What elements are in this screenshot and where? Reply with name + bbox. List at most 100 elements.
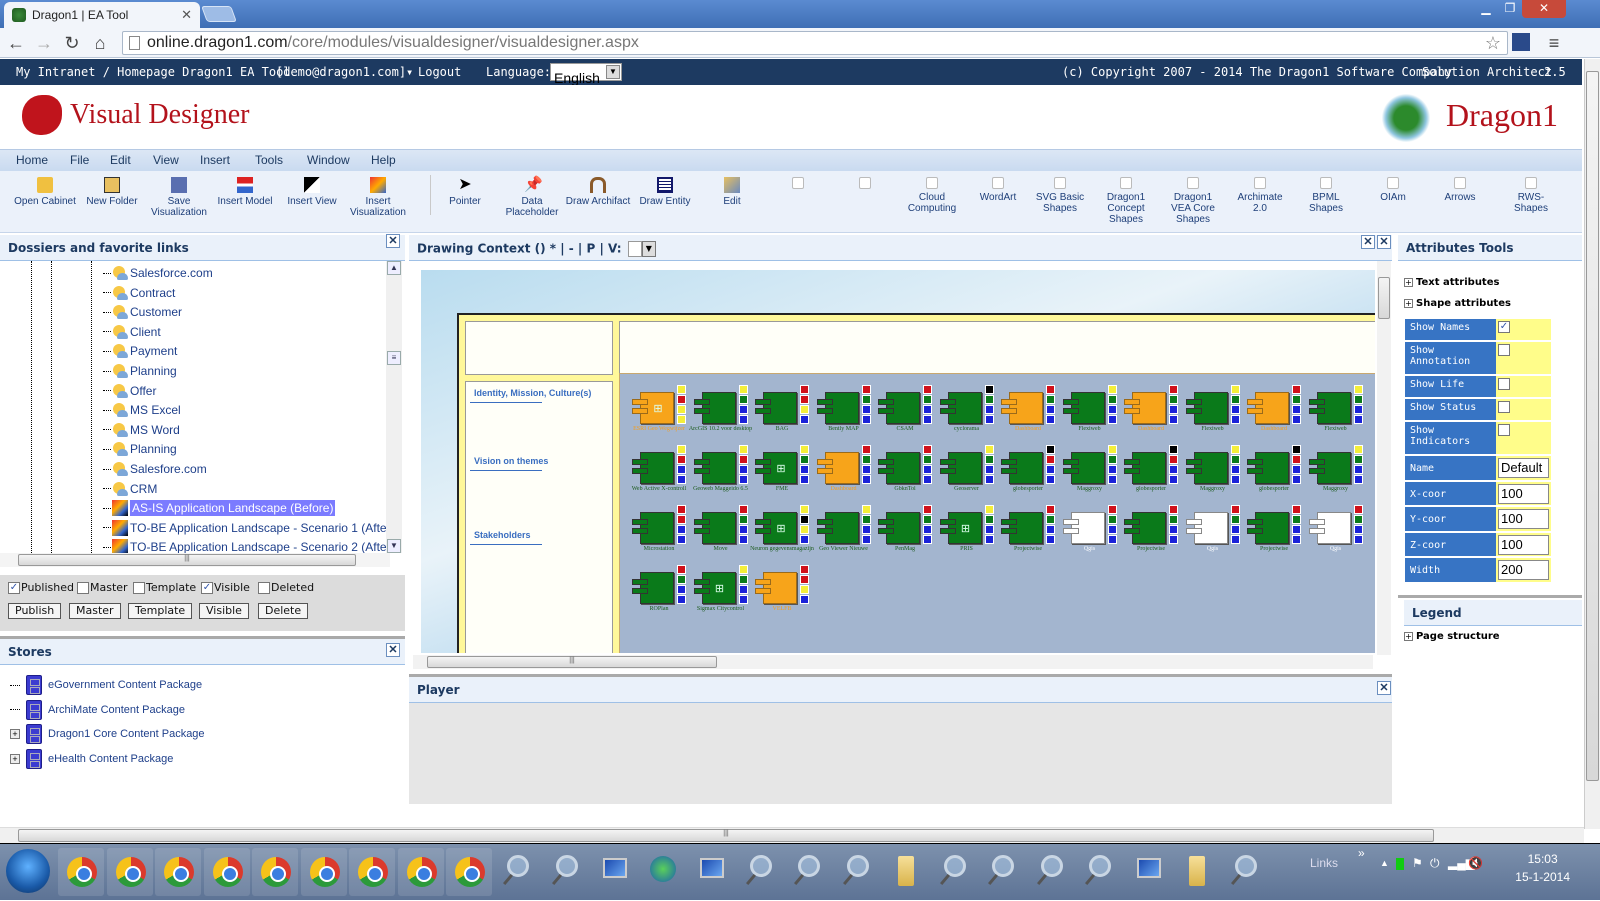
taskbar-app-chrome[interactable] bbox=[155, 848, 201, 896]
status-indicator-icon[interactable] bbox=[861, 445, 871, 454]
template-checkbox[interactable]: Template bbox=[133, 581, 196, 594]
arrows-button[interactable]: Arrows bbox=[1430, 177, 1490, 203]
taskbar-app-search[interactable] bbox=[1028, 848, 1074, 896]
status-indicator-icon[interactable] bbox=[923, 475, 932, 484]
tree-item[interactable]: MS Excel bbox=[103, 400, 181, 420]
taskbar-app-remote-desktop[interactable] bbox=[688, 848, 734, 896]
status-indicator-icon[interactable] bbox=[1292, 535, 1301, 544]
status-indicator-icon[interactable] bbox=[1292, 395, 1301, 404]
status-indicator-icon[interactable] bbox=[1353, 465, 1363, 474]
status-indicator-icon[interactable] bbox=[861, 465, 871, 474]
menu-edit[interactable]: Edit bbox=[110, 153, 131, 167]
status-indicator-icon[interactable] bbox=[1292, 515, 1301, 524]
scroll-thumb[interactable]: ≡ bbox=[387, 351, 401, 365]
status-indicator-icon[interactable] bbox=[1230, 395, 1240, 404]
status-indicator-icon[interactable] bbox=[1169, 395, 1178, 404]
data-placeholder-button[interactable]: 📌 Data Placeholder bbox=[497, 177, 567, 219]
checkbox-box[interactable]: ✓ bbox=[8, 581, 20, 594]
tree-vertical-scrollbar[interactable]: ▲ ≡ ▼ bbox=[386, 261, 402, 553]
status-indicator-icon[interactable] bbox=[738, 535, 748, 544]
status-indicator-icon[interactable] bbox=[677, 395, 686, 404]
status-indicator-icon[interactable] bbox=[800, 595, 809, 604]
scroll-thumb[interactable]: ||| bbox=[427, 656, 717, 668]
application-component[interactable]: Projectwise bbox=[1247, 505, 1303, 558]
insert-visualization-button[interactable]: Insert Visualization bbox=[343, 177, 413, 218]
tree-item[interactable]: CRM bbox=[103, 479, 157, 499]
attribute-input[interactable]: 100 bbox=[1498, 509, 1549, 529]
application-component[interactable]: Geoweb Maggeido 6.5 bbox=[693, 445, 750, 498]
page-structure-expander[interactable]: + Page structure bbox=[1404, 631, 1500, 642]
status-indicator-icon[interactable] bbox=[1046, 405, 1055, 414]
status-indicator-icon[interactable] bbox=[984, 535, 994, 544]
expand-plus-icon[interactable]: + bbox=[10, 729, 20, 739]
application-component[interactable]: BAG bbox=[755, 385, 811, 438]
insert-model-button[interactable]: Insert Model bbox=[210, 177, 280, 207]
text-attributes-expander[interactable]: + Text attributes bbox=[1404, 277, 1499, 288]
application-component[interactable]: Microstation bbox=[632, 505, 688, 558]
row-label[interactable]: Identity, Mission, Culture(s) bbox=[474, 388, 591, 398]
tree-item[interactable]: Contract bbox=[103, 283, 175, 303]
status-indicator-icon[interactable] bbox=[923, 455, 932, 464]
status-indicator-icon[interactable] bbox=[1292, 385, 1301, 394]
status-indicator-icon[interactable] bbox=[1107, 415, 1117, 424]
status-indicator-icon[interactable] bbox=[861, 405, 871, 414]
application-component[interactable]: Web Active X-controll bbox=[632, 445, 688, 498]
close-icon[interactable]: ✕ bbox=[1361, 235, 1375, 249]
canvas-horizontal-scrollbar[interactable]: ||| bbox=[413, 655, 1373, 669]
master-button[interactable]: Master bbox=[69, 603, 121, 619]
status-indicator-icon[interactable] bbox=[1353, 405, 1363, 414]
status-indicator-icon[interactable] bbox=[861, 415, 871, 424]
extension-icon[interactable] bbox=[1512, 33, 1530, 51]
application-component[interactable]: Move bbox=[693, 505, 750, 558]
status-indicator-icon[interactable] bbox=[1169, 415, 1178, 424]
status-indicator-icon[interactable] bbox=[738, 565, 748, 574]
shape-library-button[interactable] bbox=[763, 177, 833, 192]
status-indicator-icon[interactable] bbox=[1107, 505, 1117, 514]
browser-tab[interactable]: Dragon1 | EA Tool ✕ bbox=[4, 2, 200, 28]
status-indicator-icon[interactable] bbox=[923, 465, 932, 474]
battery-icon[interactable] bbox=[1396, 858, 1404, 870]
status-indicator-icon[interactable] bbox=[1107, 445, 1117, 454]
taskbar-app-chrome[interactable] bbox=[203, 848, 250, 896]
taskbar-app-search[interactable] bbox=[979, 848, 1025, 896]
application-component[interactable]: Bently MAP bbox=[816, 385, 873, 438]
taskbar-app-folder[interactable] bbox=[1173, 848, 1219, 896]
status-indicator-icon[interactable] bbox=[1230, 455, 1240, 464]
close-icon[interactable]: ✕ bbox=[386, 643, 400, 657]
url-field[interactable]: online.dragon1.com/core/modules/visualde… bbox=[122, 31, 1508, 55]
menu-tools[interactable]: Tools bbox=[255, 153, 283, 167]
menu-view[interactable]: View bbox=[153, 153, 179, 167]
bookmark-star-icon[interactable]: ☆ bbox=[1485, 32, 1501, 54]
status-indicator-icon[interactable] bbox=[1169, 405, 1178, 414]
scroll-thumb[interactable]: ||| bbox=[18, 554, 356, 566]
status-indicator-icon[interactable] bbox=[1353, 385, 1363, 394]
status-indicator-icon[interactable] bbox=[1107, 455, 1117, 464]
status-indicator-icon[interactable] bbox=[861, 505, 871, 514]
status-indicator-icon[interactable] bbox=[677, 595, 686, 604]
status-indicator-icon[interactable] bbox=[1107, 515, 1117, 524]
status-indicator-icon[interactable] bbox=[1169, 475, 1178, 484]
status-indicator-icon[interactable] bbox=[677, 445, 686, 454]
status-indicator-icon[interactable] bbox=[800, 535, 809, 544]
application-component[interactable]: globesporter bbox=[1124, 445, 1180, 498]
menu-help[interactable]: Help bbox=[371, 153, 396, 167]
checkbox-box[interactable] bbox=[77, 581, 89, 594]
status-indicator-icon[interactable] bbox=[800, 585, 809, 594]
status-indicator-icon[interactable] bbox=[800, 405, 809, 414]
scroll-up-icon[interactable]: ▲ bbox=[387, 261, 401, 275]
tree-item[interactable]: Offer bbox=[103, 381, 156, 401]
status-indicator-icon[interactable] bbox=[1046, 535, 1055, 544]
status-indicator-icon[interactable] bbox=[861, 515, 871, 524]
application-component[interactable]: ArcGIS 10.2 voor desktop bbox=[689, 385, 752, 438]
status-indicator-icon[interactable] bbox=[1107, 405, 1117, 414]
close-icon[interactable]: ✕ bbox=[1377, 681, 1391, 695]
status-indicator-icon[interactable] bbox=[1353, 505, 1363, 514]
status-indicator-icon[interactable] bbox=[738, 415, 748, 424]
close-tab-icon[interactable]: ✕ bbox=[181, 7, 192, 23]
tree-item[interactable]: Payment bbox=[103, 341, 177, 361]
checkbox-box[interactable] bbox=[258, 581, 270, 594]
status-indicator-icon[interactable] bbox=[861, 385, 871, 394]
wordart-button[interactable]: WordArt bbox=[963, 177, 1033, 203]
tree-item[interactable]: Planning bbox=[103, 361, 177, 381]
application-component[interactable]: Dashboard bbox=[816, 445, 873, 498]
